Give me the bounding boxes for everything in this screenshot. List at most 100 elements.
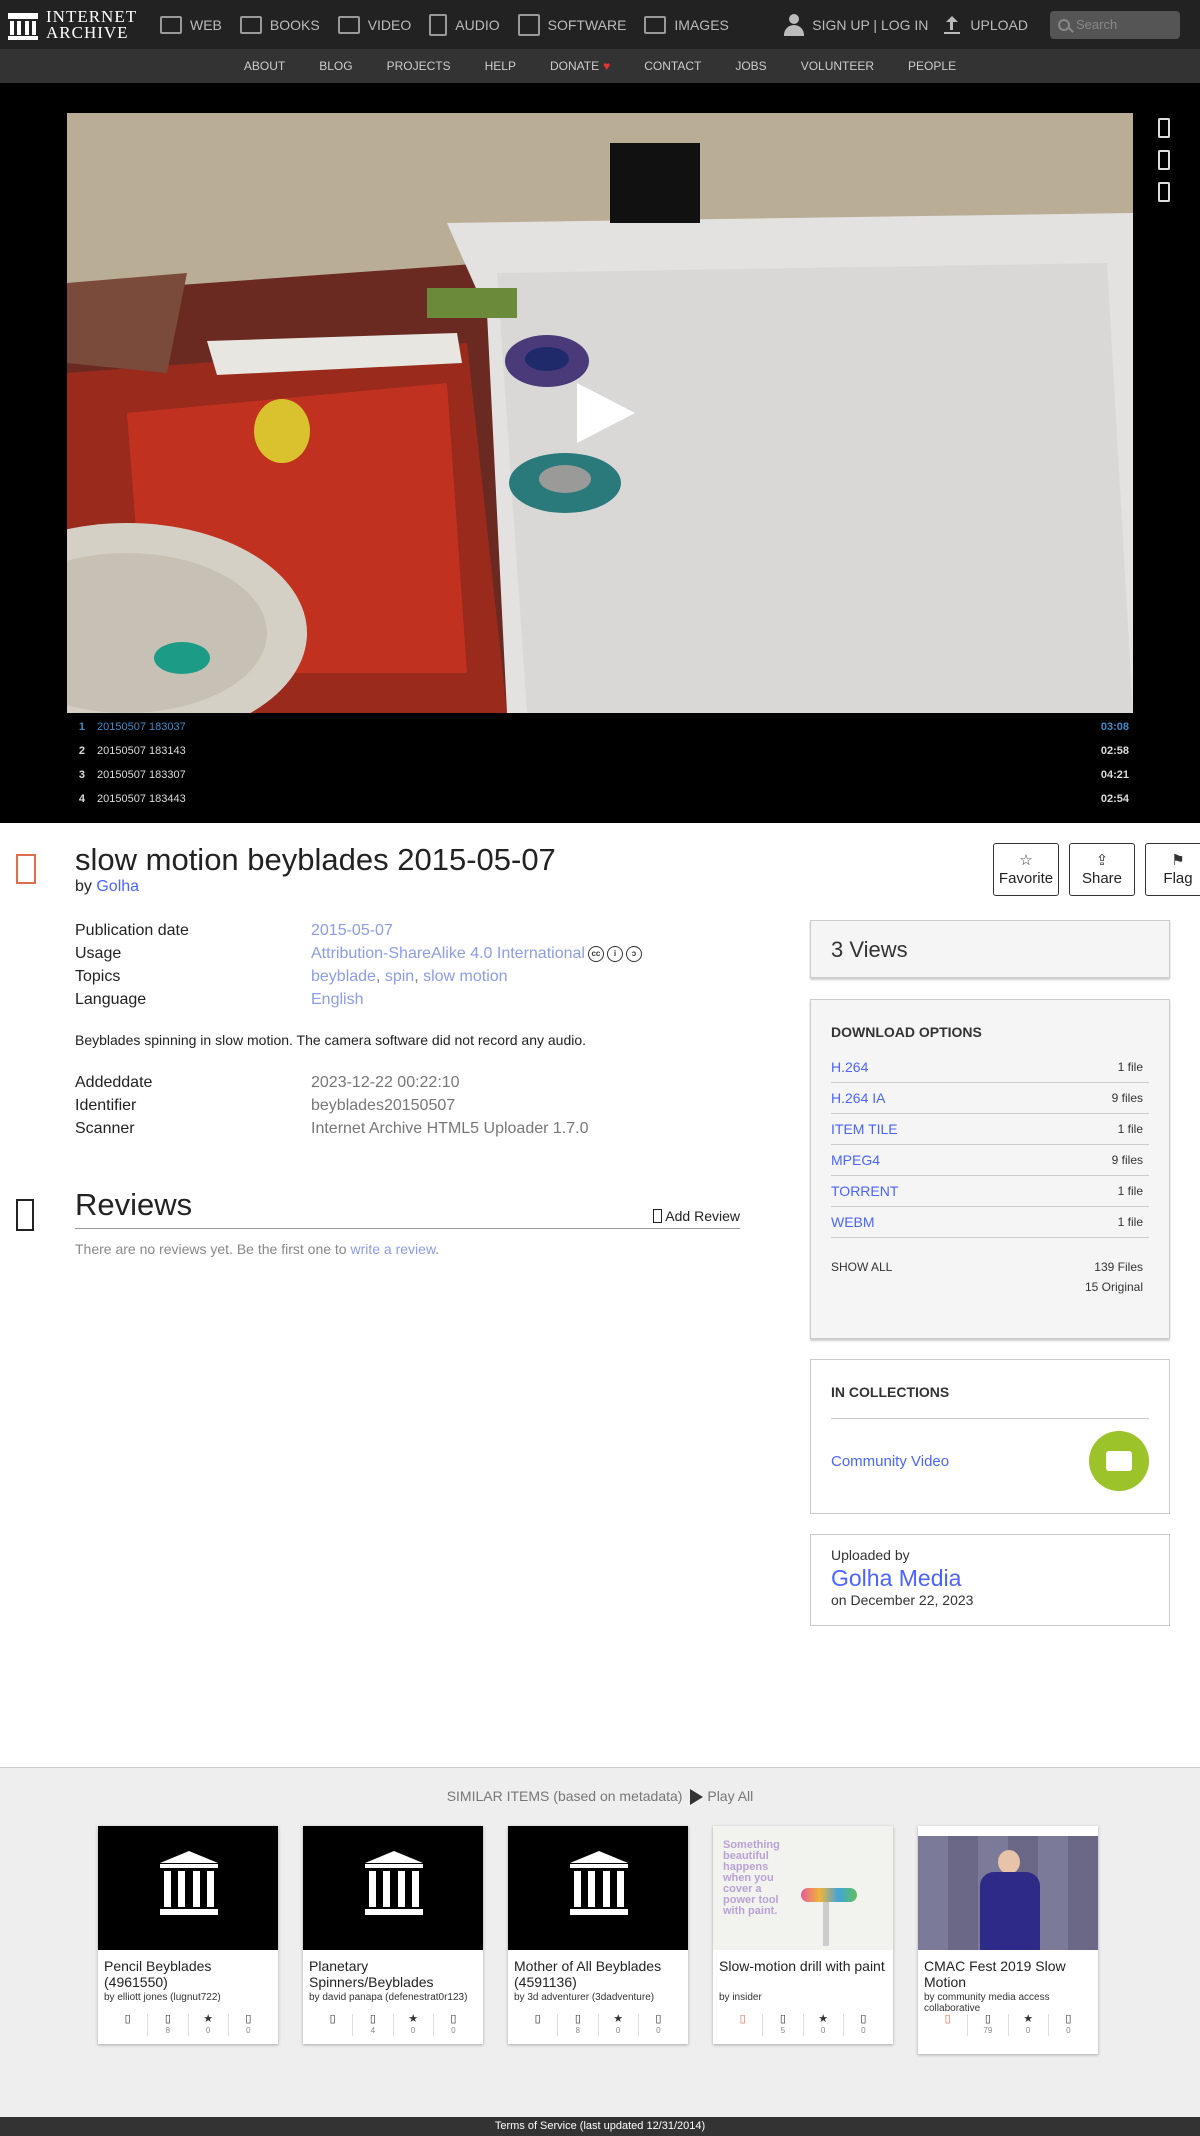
item-actions: ☆ Favorite ⇪ Share ⚑ Flag	[993, 843, 1200, 896]
tile-byline: by community media access collaborative	[924, 1992, 1050, 2014]
flag-button[interactable]: ⚑ Flag	[1145, 843, 1200, 896]
byline: by Golha	[75, 878, 140, 895]
views-icon: ▯	[574, 2013, 581, 2025]
reviews-icon: ▯	[655, 2013, 662, 2025]
star-icon: ☆	[1019, 852, 1033, 869]
share-icon: ⇪	[1095, 852, 1109, 869]
tile-stats: ▯ ▯ 79 ★ 0 ▯ 0	[918, 2014, 1098, 2036]
subnav-donate[interactable]: DONATE ♥	[550, 59, 610, 73]
creator-link[interactable]: Golha	[96, 878, 139, 895]
archive-logo-image	[98, 1826, 278, 1950]
views-icon: ▯	[779, 2013, 786, 2025]
download-row: ITEM TILE 1 file	[831, 1114, 1149, 1145]
collection-link[interactable]: Community Video	[831, 1453, 949, 1470]
subnav-help[interactable]: HELP	[485, 59, 516, 73]
topic-link[interactable]: slow motion	[423, 968, 507, 985]
community-video-icon[interactable]	[1089, 1431, 1149, 1491]
drill-thumbnail: Something beautiful happens when you cov…	[713, 1826, 893, 1950]
movies-icon: ▯	[329, 2013, 336, 2025]
audio-icon	[429, 13, 448, 36]
download-link[interactable]: H.264 IA	[831, 1090, 885, 1106]
nav-audio[interactable]: AUDIO	[429, 13, 500, 36]
thumbnail-caption: Something beautiful happens when you cov…	[723, 1839, 780, 1917]
playlist-item[interactable]: 2 20150507 183143 02:58	[67, 739, 1133, 763]
subnav-people[interactable]: PEOPLE	[908, 59, 956, 73]
download-link[interactable]: ITEM TILE	[831, 1121, 898, 1137]
subnav-volunteer[interactable]: VOLUNTEER	[801, 59, 874, 73]
info-icon[interactable]	[1158, 182, 1170, 202]
item-metadata-extra: Addeddate 2023-12-22 00:22:10 Identifier b…	[75, 1071, 588, 1140]
download-title: DOWNLOAD OPTIONS	[831, 1024, 982, 1040]
nav-images[interactable]: IMAGES	[644, 15, 729, 34]
similar-item-tile[interactable]: CMAC Fest 2019 Slow Motion by community …	[918, 1826, 1098, 2054]
video-player[interactable]	[67, 113, 1133, 713]
favorite-button[interactable]: ☆ Favorite	[993, 843, 1059, 896]
subnav-blog[interactable]: BLOG	[319, 59, 352, 73]
subnav-contact[interactable]: CONTACT	[644, 59, 701, 73]
subnav-projects[interactable]: PROJECTS	[387, 59, 451, 73]
tile-title: Mother of All Beyblades (4591136)	[514, 1958, 662, 1990]
sa-icon: ↄ	[625, 945, 642, 962]
subnav-jobs[interactable]: JOBS	[735, 59, 766, 73]
books-icon	[239, 15, 262, 34]
similar-item-tile[interactable]: Something beautiful happens when you cov…	[713, 1826, 893, 2044]
download-link[interactable]: H.264	[831, 1059, 868, 1075]
fullscreen-icon[interactable]	[1158, 118, 1170, 138]
software-icon	[517, 13, 540, 36]
item-metadata: Publication date 2015-05-07 Usage Attribut…	[75, 919, 740, 1011]
publication-date-link[interactable]: 2015-05-07	[311, 922, 393, 939]
topic-link[interactable]: beyblade	[311, 968, 376, 985]
terms-link[interactable]: Terms of Service (last updated 12/31/201…	[495, 2120, 705, 2132]
download-row: H.264 1 file	[831, 1052, 1149, 1083]
share-button[interactable]: ⇪ Share	[1069, 843, 1135, 896]
playlist-item[interactable]: 1 20150507 183037 03:08	[67, 715, 1133, 739]
uploaded-by-label: Uploaded by	[831, 1547, 910, 1563]
video-icon	[337, 15, 360, 34]
play-all-button[interactable]: Play All	[686, 1788, 753, 1806]
nav-video[interactable]: VIDEO	[337, 15, 411, 34]
nav-web[interactable]: WEB	[160, 15, 222, 34]
upload-button[interactable]: UPLOAD	[944, 15, 1028, 34]
write-review-link[interactable]: write a review	[350, 1241, 435, 1257]
show-all-link[interactable]: SHOW ALL	[831, 1260, 892, 1274]
uploader-link[interactable]: Golha Media	[831, 1565, 1149, 1592]
embed-icon[interactable]	[1158, 150, 1170, 170]
logo-text: INTERNET ARCHIVE	[46, 6, 138, 42]
nav-books[interactable]: BOOKS	[239, 15, 320, 34]
playlist-item[interactable]: 3 20150507 183307 04:21	[67, 763, 1133, 787]
playlist-item[interactable]: 4 20150507 183443 02:54	[67, 787, 1133, 811]
download-link[interactable]: WEBM	[831, 1214, 875, 1230]
download-link[interactable]: MPEG4	[831, 1152, 880, 1168]
internet-archive-logo[interactable]: INTERNET ARCHIVE	[0, 6, 160, 42]
item-description: Beyblades spinning in slow motion. The c…	[75, 1032, 587, 1048]
language-link[interactable]: English	[311, 991, 363, 1008]
add-review-button[interactable]: Add Review	[653, 1208, 740, 1224]
cc-icon: cc	[587, 945, 604, 962]
play-icon[interactable]	[577, 383, 635, 443]
license-link[interactable]: Attribution-ShareAlike 4.0 International	[311, 945, 585, 962]
meta-key: Language	[75, 991, 147, 1008]
movies-icon: ▯	[534, 2013, 541, 2025]
reviews-icon: ▯	[245, 2013, 252, 2025]
download-row: H.264 IA 9 files	[831, 1083, 1149, 1114]
similar-item-tile[interactable]: Planetary Spinners/Beyblades by david pa…	[303, 1826, 483, 2044]
collections-box: IN COLLECTIONS Community Video	[810, 1359, 1170, 1514]
nav-software[interactable]: SOFTWARE	[517, 13, 626, 36]
tile-stats: ▯ ▯ 5 ★ 0 ▯ 0	[713, 2014, 893, 2036]
signup-login-link[interactable]: SIGN UP | LOG IN	[812, 17, 928, 33]
similar-items: SIMILAR ITEMS (based on metadata) Play A…	[0, 1767, 1200, 2117]
favorites-icon: ★	[1023, 2013, 1034, 2025]
similar-item-tile[interactable]: Pencil Beyblades (4961550) by elliott jo…	[98, 1826, 278, 2044]
reviews-icon: ▯	[1065, 2013, 1072, 2025]
subnav-about[interactable]: ABOUT	[244, 59, 285, 73]
similar-item-tile[interactable]: Mother of All Beyblades (4591136) by 3d …	[508, 1826, 688, 2044]
total-files: 139 Files	[1094, 1260, 1143, 1274]
favorites-icon: ★	[818, 2013, 829, 2025]
tile-stats: ▯ ▯ 4 ★ 0 ▯ 0	[303, 2014, 483, 2036]
search-input[interactable]	[1076, 17, 1171, 32]
reviews-icon	[16, 1199, 34, 1231]
download-link[interactable]: TORRENT	[831, 1183, 898, 1199]
play-icon	[690, 1789, 704, 1806]
topic-link[interactable]: spin	[385, 968, 414, 985]
search-icon[interactable]	[1058, 18, 1070, 31]
